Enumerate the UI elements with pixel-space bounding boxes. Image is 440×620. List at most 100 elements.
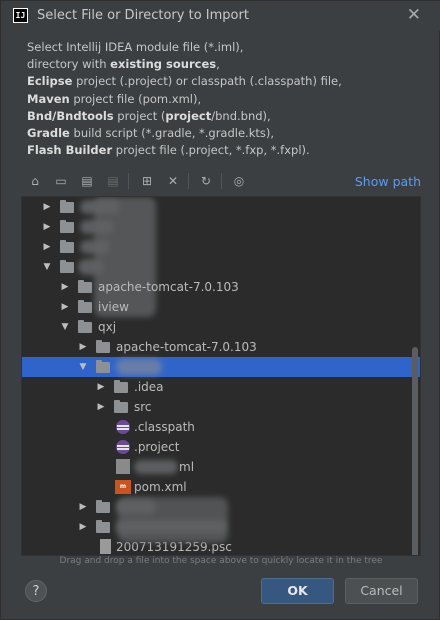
chevron-right-icon[interactable]: ▶ <box>42 237 52 257</box>
tree-row[interactable]: m pom.xml <box>22 477 420 497</box>
folder-icon <box>60 220 74 233</box>
tree-row[interactable]: ▼ qxj <box>22 317 420 337</box>
hidden-files-icon[interactable]: ◎ <box>230 172 248 190</box>
folder-icon <box>60 200 74 213</box>
close-icon[interactable]: ✕ <box>407 6 421 24</box>
description-bold: existing sources <box>110 57 217 72</box>
maven-icon: m <box>115 480 131 494</box>
description-bold: Gradle <box>27 126 70 141</box>
toolbar-separator <box>128 173 129 189</box>
file-icon <box>100 539 111 554</box>
tree-row-label: qxj <box>98 320 117 334</box>
home-icon[interactable]: ⌂ <box>26 172 44 190</box>
description-text: directory with <box>27 57 111 72</box>
chevron-right-icon[interactable]: ▶ <box>96 397 106 417</box>
ok-button[interactable]: OK <box>261 578 334 604</box>
redaction-blur <box>118 497 228 543</box>
eclipse-icon <box>116 440 130 454</box>
file-chooser-toolbar: ⌂ ▭ ▤ ▤ ⊞ ✕ ↻ ◎ Show path <box>21 169 423 195</box>
description-line: Select Intellij IDEA module file (*.iml)… <box>27 40 244 54</box>
chevron-right-icon[interactable]: ▶ <box>78 517 88 537</box>
module-folder-icon[interactable]: ▤ <box>104 172 122 190</box>
description-bold: Bnd/Bndtools <box>27 108 114 123</box>
drag-drop-hint: Drag and drop a file into the space abov… <box>59 556 383 566</box>
delete-icon[interactable]: ✕ <box>164 172 182 190</box>
description-bold: Flash Builder <box>27 143 113 158</box>
tree-row[interactable]: .classpath <box>22 417 420 437</box>
redacted-label <box>116 359 162 375</box>
tree-row-label: iview <box>98 300 129 314</box>
folder-icon <box>96 520 110 533</box>
import-description: Select Intellij IDEA module file (*.iml)… <box>27 39 342 159</box>
folder-icon <box>96 360 110 373</box>
description-bold: Maven <box>27 91 70 106</box>
description-text: project (.project) or classpath (.classp… <box>72 74 342 89</box>
chevron-right-icon[interactable]: ▶ <box>42 217 52 237</box>
tree-row-label: pom.xml <box>134 480 187 494</box>
toolbar-separator <box>188 173 189 189</box>
tree-row-label: apache-tomcat-7.0.103 <box>98 280 239 294</box>
folder-icon <box>78 280 92 293</box>
description-text: project ( <box>113 108 166 123</box>
tree-row[interactable]: ▶ src <box>22 397 420 417</box>
refresh-icon[interactable]: ↻ <box>197 172 215 190</box>
chevron-right-icon[interactable]: ▶ <box>60 277 70 297</box>
tree-row-label: .project <box>134 440 180 454</box>
tree-row-label: ml <box>179 460 195 474</box>
desktop-icon[interactable]: ▭ <box>52 172 70 190</box>
tree-row[interactable]: ml <box>22 457 420 477</box>
description-text: build script (*.gradle, *.gradle.kts), <box>69 126 275 141</box>
title-bar: IJ Select File or Directory to Import ✕ <box>1 1 440 31</box>
description-bold: Eclipse <box>27 74 73 89</box>
folder-icon <box>114 400 128 413</box>
description-text: /bnd.bnd), <box>211 108 271 123</box>
intellij-app-icon: IJ <box>13 8 28 23</box>
folder-icon <box>60 260 74 273</box>
chevron-right-icon[interactable]: ▶ <box>78 337 88 357</box>
tree-row[interactable]: ▶ <box>22 197 420 217</box>
tree-row-label: src <box>134 400 152 414</box>
cancel-button[interactable]: Cancel <box>345 578 418 604</box>
description-text: project file (.project, *.fxp, *.fxpl). <box>112 143 310 158</box>
tree-row[interactable]: ▶ <box>22 237 420 257</box>
folder-icon <box>114 380 128 393</box>
chevron-down-icon[interactable]: ▼ <box>42 257 52 277</box>
project-folder-icon[interactable]: ▤ <box>78 172 96 190</box>
tree-row[interactable]: .project <box>22 437 420 457</box>
new-folder-icon[interactable]: ⊞ <box>138 172 156 190</box>
toolbar-separator <box>221 173 222 189</box>
tree-row[interactable]: ▶ .idea <box>22 377 420 397</box>
tree-row-label: .classpath <box>134 420 195 434</box>
tree-row[interactable]: ▶ apache-tomcat-7.0.103 <box>22 277 420 297</box>
folder-icon <box>78 320 92 333</box>
chevron-down-icon[interactable]: ▼ <box>78 357 88 377</box>
dialog-title: Select File or Directory to Import <box>37 8 249 23</box>
tree-row[interactable]: ▶ <box>22 217 420 237</box>
redacted-label <box>134 460 178 474</box>
file-tree[interactable]: ▶ ▶ ▶ ▼ ▶ apache-tomcat-7.0.103 ▶ iview … <box>21 196 421 556</box>
tree-row[interactable]: ▶ iview <box>22 297 420 317</box>
tree-row[interactable]: ▶ apache-tomcat-7.0.103 <box>22 337 420 357</box>
folder-icon <box>60 240 74 253</box>
chevron-right-icon[interactable]: ▶ <box>42 197 52 217</box>
tree-row-label: apache-tomcat-7.0.103 <box>116 340 257 354</box>
show-path-link[interactable]: Show path <box>355 174 421 189</box>
tree-scrollbar-thumb[interactable] <box>412 347 418 555</box>
tree-row-selected[interactable]: ▼ <box>22 357 420 377</box>
description-text: project file (pom.xml), <box>69 91 202 106</box>
chevron-down-icon[interactable]: ▼ <box>60 317 70 337</box>
eclipse-icon <box>116 420 130 434</box>
xml-file-icon <box>116 459 130 474</box>
folder-icon <box>96 340 110 353</box>
help-button[interactable]: ? <box>25 580 47 602</box>
description-text: , <box>216 57 220 72</box>
tree-row[interactable]: ▼ <box>22 257 420 277</box>
chevron-right-icon[interactable]: ▶ <box>60 297 70 317</box>
chevron-right-icon[interactable]: ▶ <box>78 497 88 517</box>
folder-icon <box>78 300 92 313</box>
folder-icon <box>96 500 110 513</box>
tree-row-label: .idea <box>134 380 164 394</box>
import-dialog: IJ Select File or Directory to Import ✕ … <box>0 0 440 620</box>
chevron-right-icon[interactable]: ▶ <box>96 377 106 397</box>
description-bold: project <box>165 108 212 123</box>
